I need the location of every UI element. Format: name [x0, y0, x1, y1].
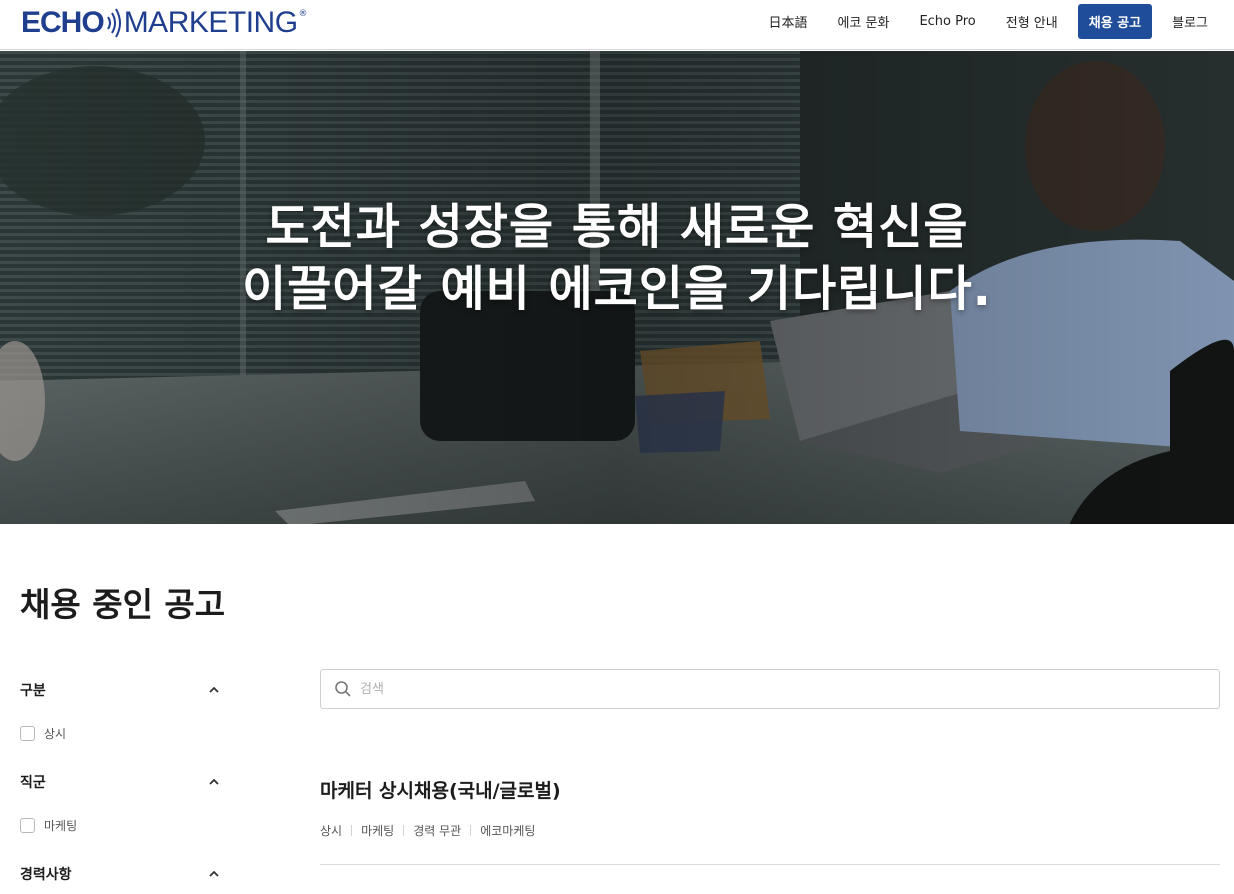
logo-marketing-text: MARKETING [123, 6, 298, 39]
filter-job-group-label: 직군 [20, 775, 46, 791]
filter-option-marketing[interactable]: 마케팅 [20, 817, 220, 834]
search-box [320, 669, 1220, 709]
filter-category-label: 구분 [20, 683, 46, 699]
job-tag-experience: 경력 무관 [413, 824, 462, 838]
logo-echo-text: ECHO [21, 6, 105, 39]
nav-japanese[interactable]: 日本語 [768, 12, 807, 31]
job-tag-company: 에코마케팅 [480, 824, 536, 838]
nav-job-openings[interactable]: 채용 공고 [1077, 3, 1153, 39]
chevron-up-icon[interactable] [208, 868, 220, 880]
nav-hiring-process[interactable]: 전형 안내 [1006, 12, 1058, 31]
job-title[interactable]: 마케터 상시채용(국내/글로벌) [320, 776, 1220, 803]
hero-heading: 도전과 성장을 통해 새로운 혁신을 이끌어갈 예비 에코인을 기다립니다. [0, 196, 1234, 320]
sound-wave-icon [106, 8, 121, 38]
chevron-up-icon[interactable] [208, 684, 220, 696]
filter-category: 구분 상시 [20, 680, 220, 742]
hero-banner: 도전과 성장을 통해 새로운 혁신을 이끌어갈 예비 에코인을 기다립니다. [0, 51, 1234, 524]
nav-echo-pro[interactable]: Echo Pro [919, 14, 975, 29]
main-nav: 日本語 에코 문화 Echo Pro 전형 안내 채용 공고 블로그 [753, 0, 1234, 42]
tag-divider [403, 825, 405, 836]
filter-option-label: 상시 [44, 727, 67, 741]
tag-divider [351, 825, 353, 836]
nav-echo-culture[interactable]: 에코 문화 [837, 12, 889, 31]
search-input[interactable] [360, 681, 1180, 697]
site-header: ECHO MARKETING ® 日本語 에코 문화 Echo Pro 전형 안… [0, 0, 1234, 50]
checkbox[interactable] [20, 726, 35, 741]
filter-experience-label: 경력사항 [20, 867, 72, 883]
hero-heading-line-2: 이끌어갈 예비 에코인을 기다립니다. [242, 261, 992, 317]
filter-category-toggle[interactable]: 구분 [20, 680, 220, 700]
nav-blog[interactable]: 블로그 [1172, 12, 1208, 31]
job-tag-group: 마케팅 [361, 824, 395, 838]
job-tag-type: 상시 [320, 824, 343, 838]
hero-heading-line-1: 도전과 성장을 통해 새로운 혁신을 [265, 199, 969, 255]
section-title: 채용 중인 공고 [20, 585, 226, 624]
tag-divider [470, 825, 472, 836]
filter-option-label: 마케팅 [44, 819, 78, 833]
filter-job-group: 직군 마케팅 [20, 772, 220, 834]
filter-option-permanent[interactable]: 상시 [20, 725, 220, 742]
echo-marketing-logo[interactable]: ECHO MARKETING ® [21, 5, 308, 41]
checkbox[interactable] [20, 818, 35, 833]
filter-experience-toggle[interactable]: 경력사항 [20, 864, 220, 884]
logo-registered-mark: ® [298, 9, 308, 19]
filter-job-group-toggle[interactable]: 직군 [20, 772, 220, 792]
search-icon [335, 681, 351, 697]
job-tags: 상시 마케팅 경력 무관 에코마케팅 [320, 822, 1220, 839]
chevron-up-icon[interactable] [208, 776, 220, 788]
filter-experience: 경력사항 [20, 864, 220, 884]
job-listing-item[interactable]: 마케터 상시채용(국내/글로벌) 상시 마케팅 경력 무관 에코마케팅 [320, 776, 1220, 865]
